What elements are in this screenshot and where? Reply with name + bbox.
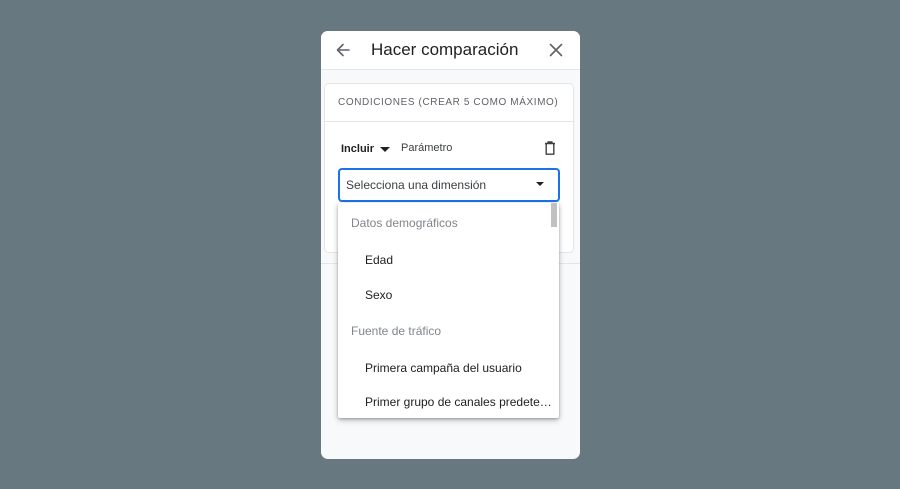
option-first-user-channel-group[interactable]: Primer grupo de canales predete… xyxy=(365,395,552,409)
delete-condition-button[interactable] xyxy=(543,140,557,156)
option-edad[interactable]: Edad xyxy=(365,253,393,267)
dimension-select[interactable]: Selecciona una dimensión xyxy=(338,168,560,202)
conditions-title: CONDICIONES (CREAR 5 COMO MÁXIMO) xyxy=(338,97,559,108)
chevron-down-icon xyxy=(380,146,391,152)
include-dropdown[interactable]: Incluir xyxy=(341,141,391,157)
page-title: Hacer comparación xyxy=(371,40,519,59)
chevron-down-icon xyxy=(536,182,544,186)
group-header-demographics: Datos demográficos xyxy=(351,216,458,230)
trash-icon xyxy=(545,141,555,155)
group-header-traffic-source: Fuente de tráfico xyxy=(351,324,442,338)
divider xyxy=(325,121,573,122)
close-button[interactable] xyxy=(546,40,566,60)
parameter-label: Parámetro xyxy=(401,142,453,154)
dimension-select-placeholder: Selecciona una dimensión xyxy=(346,178,487,192)
scrollbar[interactable] xyxy=(551,203,557,227)
include-label: Incluir xyxy=(341,143,375,155)
panel-header: Hacer comparación xyxy=(321,31,580,70)
close-icon xyxy=(549,43,563,57)
dimension-dropdown[interactable]: Datos demográficos Edad Sexo Fuente de t… xyxy=(338,203,559,418)
option-sexo[interactable]: Sexo xyxy=(365,288,392,302)
back-button[interactable] xyxy=(333,40,353,60)
option-first-user-campaign[interactable]: Primera campaña del usuario xyxy=(365,361,522,375)
arrow-back-icon xyxy=(336,43,350,57)
